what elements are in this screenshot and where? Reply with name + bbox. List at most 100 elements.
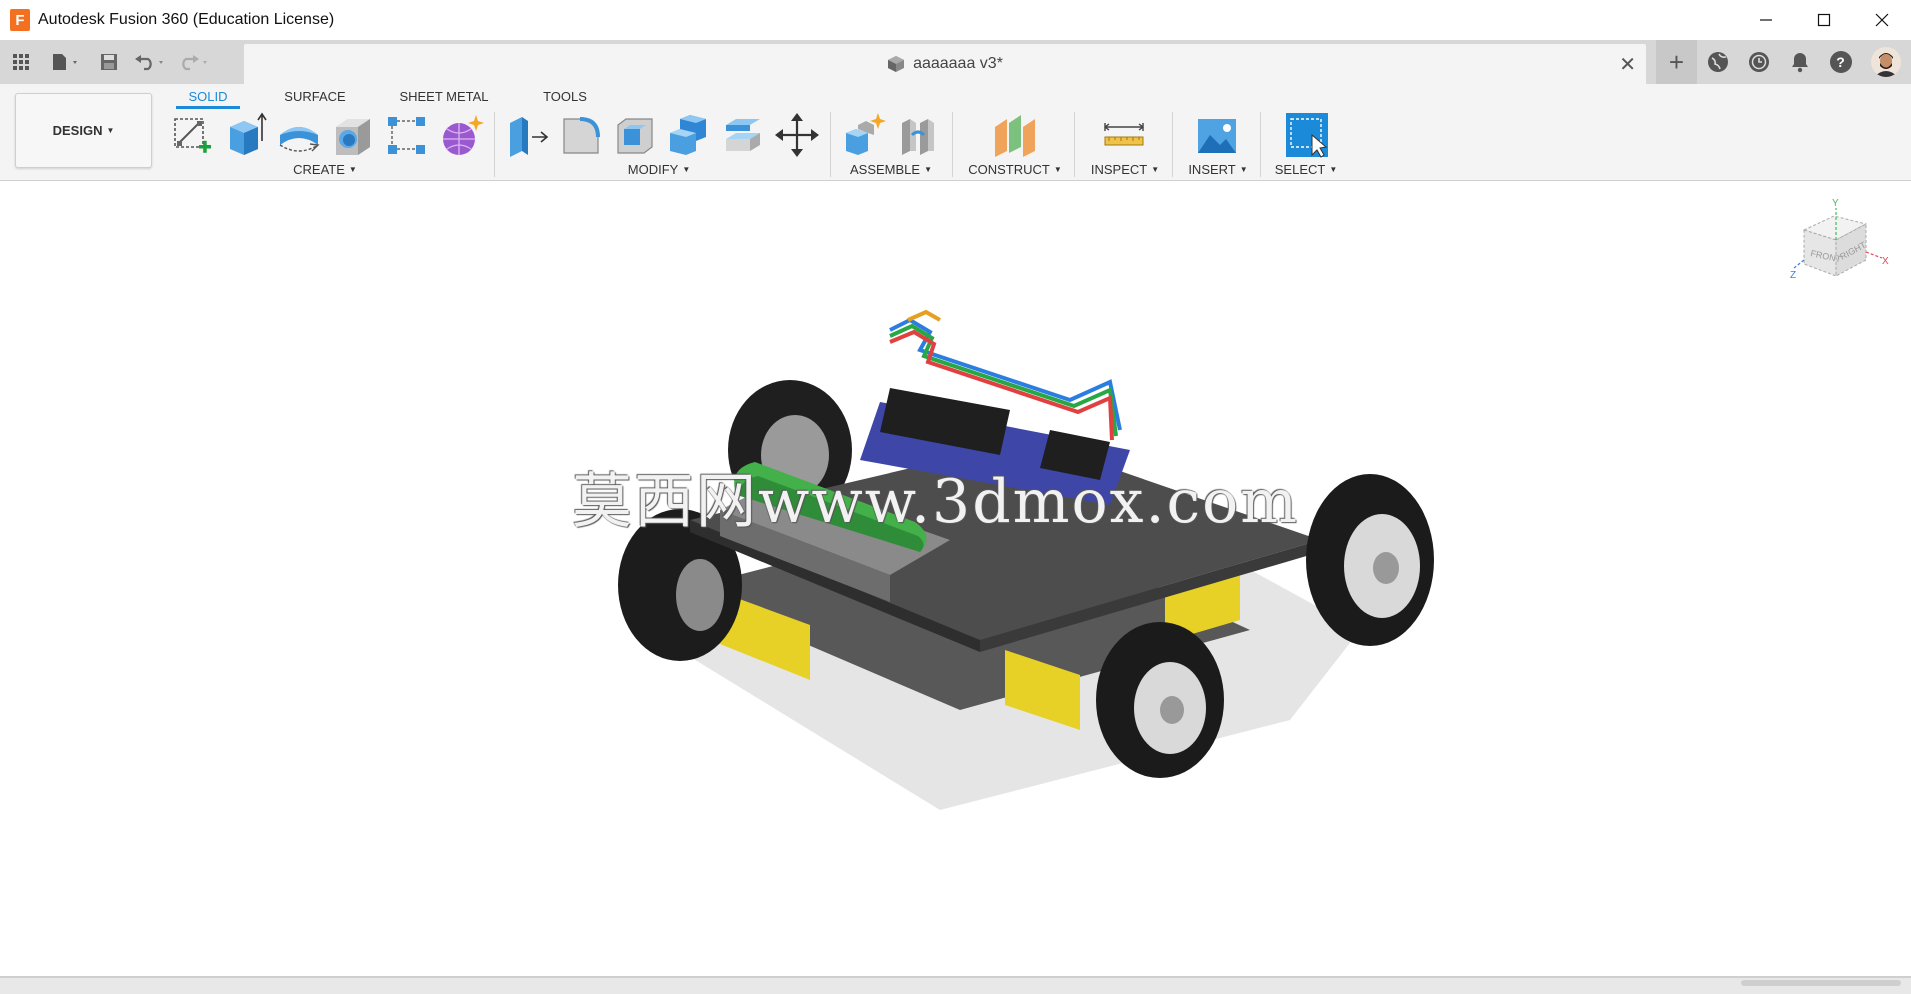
tab-label: SHEET METAL <box>399 88 489 104</box>
window-title: Autodesk Fusion 360 (Education License) <box>38 11 335 28</box>
globe-icon <box>1707 52 1728 72</box>
robot-car-model[interactable] <box>590 290 1490 830</box>
group-label: INSPECT <box>1090 161 1148 177</box>
tab-label: SOLID <box>188 88 228 104</box>
offset-plane-icon <box>995 115 1035 157</box>
profile-button[interactable] <box>1861 40 1911 84</box>
close-icon <box>1875 13 1889 27</box>
save-button[interactable] <box>90 40 128 84</box>
select-icon <box>1286 113 1328 158</box>
top-right-toolbar: + ? <box>1656 40 1911 84</box>
group-label: CONSTRUCT <box>968 161 1050 177</box>
caret-down-icon: ▼ <box>924 164 932 174</box>
bell-icon <box>1791 53 1808 73</box>
document-title: aaaaaaa v3* <box>913 55 1003 72</box>
axis-x-label: X <box>1882 256 1889 267</box>
window-controls <box>1737 0 1911 40</box>
ribbon-separator <box>952 112 953 177</box>
minimize-button[interactable] <box>1737 0 1795 40</box>
close-tab-button[interactable]: ✕ <box>1619 52 1636 77</box>
offset-plane-button[interactable] <box>991 111 1037 159</box>
caret-down-icon: ▼ <box>1053 164 1062 174</box>
measure-button[interactable] <box>1101 111 1147 159</box>
fillet-button[interactable] <box>558 111 604 159</box>
new-component-button[interactable] <box>840 111 886 159</box>
help-button[interactable]: ? <box>1820 40 1861 84</box>
tab-solid[interactable]: SOLID <box>176 84 240 108</box>
job-status-button[interactable] <box>1697 40 1738 84</box>
component-icon <box>888 56 905 72</box>
redo-button[interactable] <box>172 40 216 84</box>
revolve-icon <box>279 127 320 152</box>
maximize-button[interactable] <box>1795 0 1853 40</box>
create-form-icon <box>443 115 484 155</box>
joint-button[interactable] <box>894 111 940 159</box>
caret-down-icon: ▼ <box>348 164 357 174</box>
group-label: MODIFY <box>627 161 679 177</box>
create-menu[interactable]: CREATE ▼ <box>282 160 368 178</box>
ribbon-separator <box>1260 112 1261 177</box>
offset-face-icon <box>726 119 760 151</box>
inspect-menu[interactable]: INSPECT ▼ <box>1080 160 1170 178</box>
caret-down-icon: ▼ <box>682 164 691 174</box>
select-menu[interactable]: SELECT ▼ <box>1266 160 1346 178</box>
tab-label: TOOLS <box>543 88 587 104</box>
new-tab-button[interactable]: + <box>1656 40 1697 84</box>
undo-button[interactable] <box>128 40 172 84</box>
tab-surface[interactable]: SURFACE <box>272 84 358 108</box>
rectangular-pattern-icon <box>388 117 425 154</box>
press-pull-button[interactable] <box>504 111 550 159</box>
press-pull-icon <box>510 117 549 157</box>
tab-sheet-metal[interactable]: SHEET METAL <box>394 84 494 108</box>
move-copy-button[interactable] <box>774 111 820 159</box>
active-tab-indicator <box>176 106 240 109</box>
measure-icon <box>1103 123 1145 146</box>
file-icon <box>53 54 77 70</box>
shell-button[interactable] <box>612 111 658 159</box>
history-button[interactable] <box>1738 40 1779 84</box>
insert-canvas-button[interactable] <box>1194 111 1240 159</box>
offset-face-button[interactable] <box>720 111 766 159</box>
undo-icon <box>135 55 163 71</box>
scrollbar-thumb[interactable] <box>1741 980 1901 986</box>
select-button[interactable] <box>1282 111 1332 159</box>
caret-down-icon: ▼ <box>1239 164 1248 174</box>
shell-icon <box>617 118 653 154</box>
fusion-logo-icon: F <box>10 9 30 31</box>
workspace-label: DESIGN <box>52 123 103 138</box>
revolve-button[interactable] <box>276 111 322 159</box>
axis-y-label: Y <box>1832 198 1839 209</box>
create-form-button[interactable] <box>438 111 484 159</box>
workspace-switcher[interactable]: DESIGN ▼ <box>15 93 152 168</box>
data-panel-button[interactable] <box>0 40 42 84</box>
rectangular-pattern-button[interactable] <box>384 111 430 159</box>
create-sketch-icon <box>174 118 211 153</box>
construct-menu[interactable]: CONSTRUCT ▼ <box>962 160 1068 178</box>
modify-menu[interactable]: MODIFY ▼ <box>614 160 704 178</box>
combine-button[interactable] <box>666 111 712 159</box>
wheel-back-right <box>1306 474 1434 646</box>
maximize-icon <box>1817 13 1831 27</box>
document-tab[interactable]: aaaaaaa v3* ✕ <box>244 44 1646 84</box>
create-sketch-button[interactable] <box>169 111 215 159</box>
caret-down-icon: ▼ <box>106 126 115 135</box>
insert-image-icon <box>1198 119 1236 153</box>
redo-icon <box>182 55 207 71</box>
assemble-menu[interactable]: ASSEMBLE ▼ <box>846 160 936 178</box>
insert-menu[interactable]: INSERT ▼ <box>1180 160 1256 178</box>
extrude-button[interactable] <box>222 111 268 159</box>
ribbon-separator <box>494 112 495 177</box>
viewcube[interactable]: FRONT RIGHT Y X Z <box>1790 196 1890 296</box>
bottom-scroll-bar <box>0 976 1911 994</box>
close-window-button[interactable] <box>1853 0 1911 40</box>
hole-button[interactable] <box>330 111 376 159</box>
extrude-icon <box>230 112 267 155</box>
clock-icon <box>1748 52 1769 72</box>
file-menu-button[interactable] <box>42 40 90 84</box>
tab-tools[interactable]: TOOLS <box>530 84 600 108</box>
axis-z-label: Z <box>1790 270 1796 281</box>
plus-icon: + <box>1668 46 1685 77</box>
watermark-text: 莫西网www.3dmox.com <box>572 467 1300 537</box>
group-label: INSERT <box>1188 161 1236 177</box>
notifications-button[interactable] <box>1779 40 1820 84</box>
